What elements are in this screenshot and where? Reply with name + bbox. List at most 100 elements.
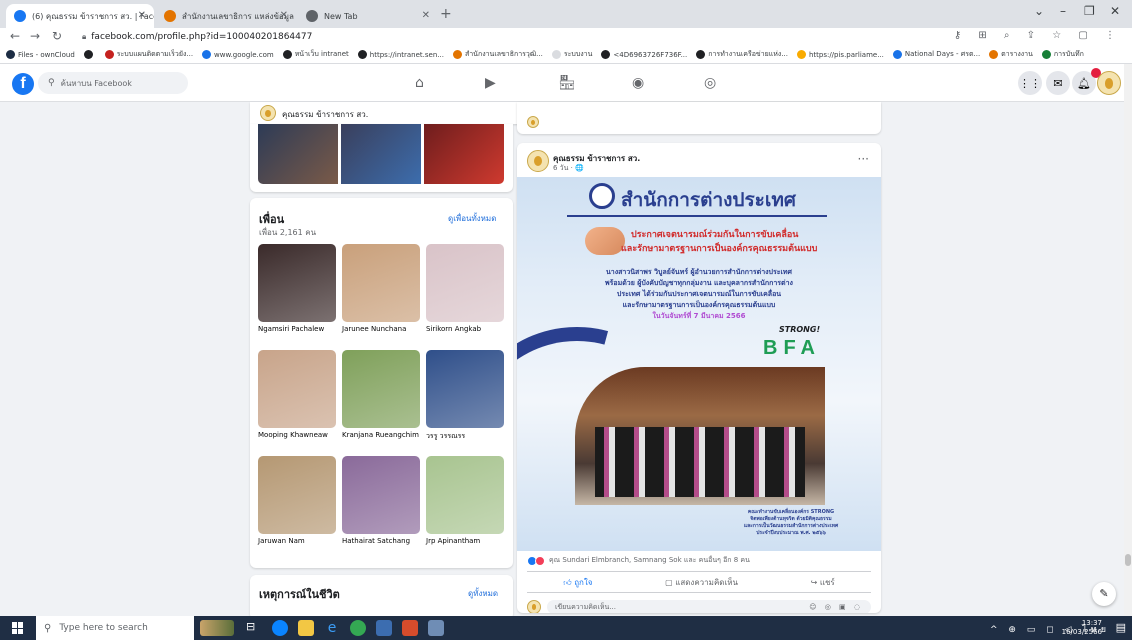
- friend-photo[interactable]: [426, 244, 504, 322]
- bookmark-item[interactable]: https://pis.parliame...: [796, 50, 884, 59]
- toolbar-extension-icons[interactable]: ⚷ ⊞ ⌕ ⇪ ☆ ▢ ⋮: [954, 30, 1122, 41]
- reactions-summary[interactable]: คุณ Sundari Elmbranch, Samnang Sok และ ค…: [527, 555, 750, 566]
- chrome-taskbar-icon[interactable]: [350, 620, 366, 636]
- post-timestamp[interactable]: 6 วัน · 🌐: [553, 163, 584, 174]
- post-author-avatar[interactable]: [527, 150, 549, 172]
- friend-name[interactable]: Mooping Khawneaw: [258, 431, 336, 439]
- friend-photo[interactable]: [258, 350, 336, 428]
- minimize-button[interactable]: –: [1060, 4, 1066, 18]
- friend-name[interactable]: วรรู วรรณรร: [426, 431, 504, 442]
- see-all-friends-link[interactable]: ดูเพื่อนทั้งหมด: [448, 212, 496, 225]
- bookmark-item[interactable]: https://intranet.sen...: [357, 50, 444, 59]
- friend-item[interactable]: วรรู วรรณรร: [426, 350, 504, 442]
- photo-thumbnail[interactable]: [341, 124, 421, 184]
- bookmark-item[interactable]: <4D6963726F736F...: [601, 50, 687, 59]
- edge-icon[interactable]: [272, 620, 288, 636]
- bookmark-item[interactable]: [83, 50, 96, 59]
- friend-name[interactable]: Kranjana Rueangchim: [342, 431, 420, 439]
- tab-search-icon[interactable]: ⌄: [1034, 4, 1044, 18]
- messenger-icon[interactable]: ✉: [1046, 71, 1070, 95]
- home-icon[interactable]: ⌂: [415, 75, 424, 91]
- friend-name[interactable]: Jaruwan Nam: [258, 537, 336, 545]
- friend-item[interactable]: Jaruwan Nam: [258, 456, 336, 545]
- share-button[interactable]: ↪ แชร์: [811, 576, 835, 589]
- internet-explorer-icon[interactable]: e: [324, 620, 340, 636]
- powerpoint-icon[interactable]: [402, 620, 418, 636]
- friend-photo[interactable]: [342, 244, 420, 322]
- friend-item[interactable]: Kranjana Rueangchim: [342, 350, 420, 439]
- profile-avatar[interactable]: [260, 105, 276, 121]
- friend-photo[interactable]: [342, 456, 420, 534]
- forward-arrow-icon[interactable]: →: [30, 29, 40, 43]
- tab-new-tab[interactable]: New Tab ✕: [298, 4, 438, 28]
- bookmark-item[interactable]: หน้าเว็บ intranet: [282, 49, 349, 60]
- groups-icon[interactable]: ◉: [632, 75, 644, 91]
- watch-icon[interactable]: ▶: [485, 75, 496, 91]
- friend-photo[interactable]: [342, 350, 420, 428]
- friend-photo[interactable]: [426, 350, 504, 428]
- friend-photo[interactable]: [426, 456, 504, 534]
- bookmark-item[interactable]: www.google.com: [202, 50, 274, 59]
- tab-facebook-profile[interactable]: (6) คุณธรรม ข้าราชการ สว. | Facebo ✕: [6, 4, 154, 28]
- new-tab-button[interactable]: +: [440, 6, 452, 22]
- facebook-search-input[interactable]: ⚲ ค้นหาบน Facebook: [38, 72, 188, 94]
- bookmark-item[interactable]: Files - ownCloud: [6, 50, 75, 59]
- facebook-logo[interactable]: f: [12, 73, 34, 95]
- photo-thumbnail[interactable]: [424, 124, 504, 184]
- taskbar-widget-image[interactable]: [200, 620, 234, 636]
- friend-name[interactable]: Sirikorn Angkab: [426, 325, 504, 333]
- back-arrow-icon[interactable]: ←: [10, 29, 20, 43]
- like-button[interactable]: 👍︎ ถูกใจ: [563, 576, 592, 589]
- close-icon[interactable]: ✕: [422, 10, 430, 21]
- friend-name[interactable]: Jarunee Nunchana: [342, 325, 420, 333]
- page-scrollbar[interactable]: [1124, 64, 1132, 616]
- see-all-life-events-link[interactable]: ดูทั้งหมด: [468, 587, 498, 600]
- friend-item[interactable]: Ngamsiri Pachalew: [258, 244, 336, 333]
- friend-photo[interactable]: [258, 244, 336, 322]
- outlook-icon[interactable]: [376, 620, 392, 636]
- friend-photo[interactable]: [258, 456, 336, 534]
- bookmark-item[interactable]: การบันทึก: [1041, 49, 1084, 60]
- scrollbar-thumb[interactable]: [1125, 554, 1131, 566]
- comment-button[interactable]: ▢ แสดงความคิดเห็น: [665, 576, 738, 589]
- marketplace-icon[interactable]: 🏪︎: [558, 75, 576, 91]
- reload-icon[interactable]: ↻: [52, 29, 62, 43]
- friend-name[interactable]: Ngamsiri Pachalew: [258, 325, 336, 333]
- new-message-icon[interactable]: ✎: [1092, 582, 1116, 606]
- friend-item[interactable]: Hathairat Satchang: [342, 456, 420, 545]
- friend-item[interactable]: Jarunee Nunchana: [342, 244, 420, 333]
- profile-avatar[interactable]: [1097, 71, 1121, 95]
- photo-thumbnail[interactable]: [258, 124, 338, 184]
- close-icon[interactable]: ✕: [138, 10, 146, 21]
- clock[interactable]: 13:37 16/03/2566: [1062, 619, 1102, 637]
- window-close-button[interactable]: ✕: [1110, 4, 1120, 18]
- friend-name[interactable]: Jrp Apinantham: [426, 537, 504, 545]
- task-view-icon[interactable]: ⊟: [246, 620, 262, 636]
- action-center-icon[interactable]: ▤: [1116, 621, 1126, 634]
- friend-item[interactable]: Jrp Apinantham: [426, 456, 504, 545]
- photos-icon[interactable]: [428, 620, 444, 636]
- friend-name[interactable]: Hathairat Satchang: [342, 537, 420, 545]
- address-bar[interactable]: 🔒︎ facebook.com/profile.php?id=100040201…: [82, 29, 1002, 45]
- menu-grid-icon[interactable]: ⋮⋮: [1018, 71, 1042, 95]
- bookmark-item[interactable]: การทำงานเครือข่ายแห่ง...: [696, 49, 788, 60]
- profile-name[interactable]: คุณธรรม ข้าราชการ สว.: [282, 108, 368, 121]
- comment-input[interactable]: เขียนความคิดเห็น... ☺ ◎ ▣ ◌: [547, 600, 871, 613]
- bookmark-item[interactable]: สำนักงานเลขาธิการวุฒิ...: [452, 49, 543, 60]
- bookmark-item[interactable]: ตารางงาน: [989, 49, 1033, 60]
- taskbar-search-input[interactable]: ⚲ Type here to search: [36, 616, 194, 640]
- bookmark-item[interactable]: National Days - ศรต...: [892, 49, 980, 60]
- comment-tool-icons[interactable]: ☺ ◎ ▣ ◌: [809, 603, 863, 611]
- maximize-button[interactable]: ❐: [1084, 4, 1095, 18]
- post-image[interactable]: สำนักการต่างประเทศ ประกาศเจตนารมณ์ร่วมกั…: [517, 177, 881, 551]
- windows-start-icon[interactable]: [12, 622, 24, 634]
- friend-item[interactable]: Sirikorn Angkab: [426, 244, 504, 333]
- bookmark-item[interactable]: ระบบงาน: [551, 49, 592, 60]
- bookmark-item[interactable]: ระบบแผนติดตามเร็วยัง...: [104, 49, 193, 60]
- friend-item[interactable]: Mooping Khawneaw: [258, 350, 336, 439]
- post-more-button[interactable]: ···: [858, 152, 869, 166]
- tab-parliament[interactable]: สำนักงานเลขาธิการ แหล่งข้อมูล ✕: [156, 4, 296, 28]
- gaming-icon[interactable]: ◎: [704, 75, 716, 91]
- file-explorer-icon[interactable]: [298, 620, 314, 636]
- close-icon[interactable]: ✕: [280, 10, 288, 21]
